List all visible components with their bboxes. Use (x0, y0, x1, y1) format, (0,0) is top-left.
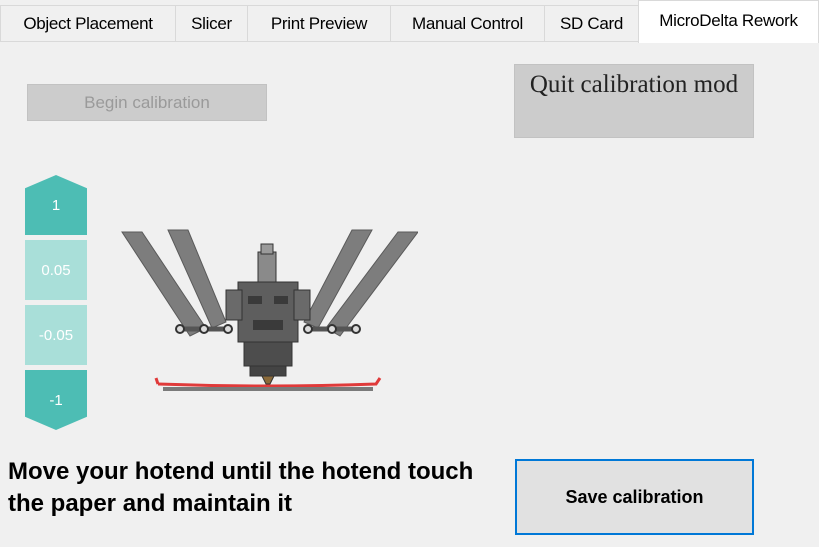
tab-microdelta-rework[interactable]: MicroDelta Rework (638, 0, 819, 43)
quit-calibration-button[interactable]: Quit calibration mod (514, 64, 754, 138)
calibration-instruction: Move your hotend until the hotend touch … (8, 458, 474, 517)
begin-calibration-button[interactable]: Begin calibration (27, 84, 267, 121)
step-up-1-button[interactable]: 1 (25, 175, 87, 235)
tab-slicer[interactable]: Slicer (175, 5, 248, 41)
step-down-0-05-button[interactable]: -0.05 (25, 305, 87, 365)
tab-print-preview[interactable]: Print Preview (247, 5, 391, 41)
step-label: -1 (49, 391, 63, 409)
step-up-0-05-button[interactable]: 0.05 (25, 240, 87, 300)
tab-object-placement[interactable]: Object Placement (0, 5, 176, 41)
step-down-1-button[interactable]: -1 (25, 370, 87, 430)
delta-printer-illustration (121, 229, 418, 391)
tab-sd-card[interactable]: SD Card (544, 5, 639, 41)
tab-manual-control[interactable]: Manual Control (390, 5, 545, 41)
tab-bar: Object Placement Slicer Print Preview Ma… (0, 0, 819, 43)
step-label: 1 (51, 196, 61, 214)
step-label: 0.05 (41, 261, 71, 279)
step-label: -0.05 (38, 326, 74, 344)
save-calibration-button[interactable]: Save calibration (515, 459, 754, 535)
